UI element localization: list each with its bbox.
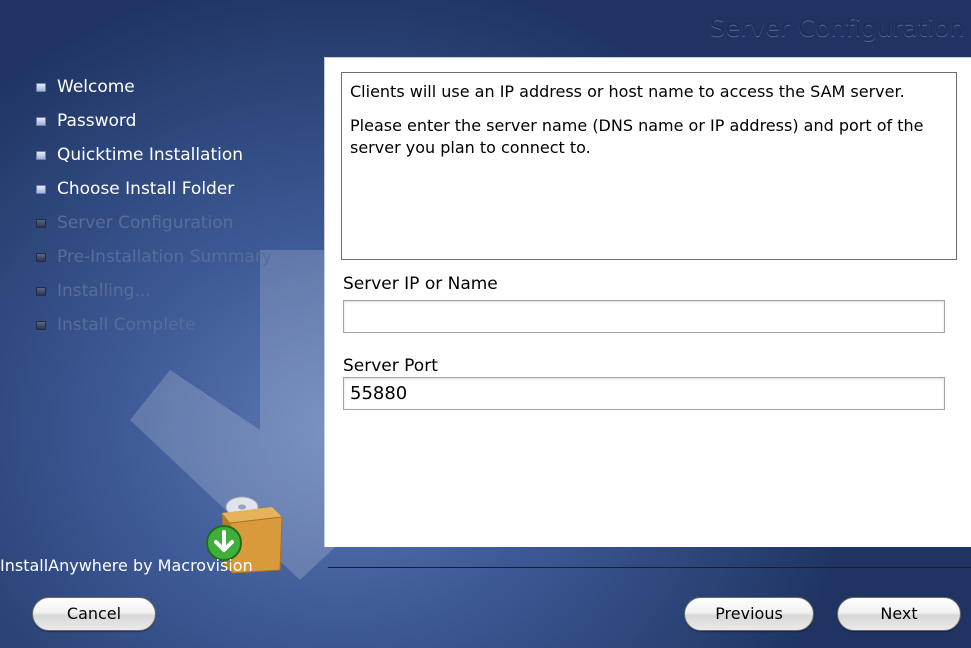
server-name-label: Server IP or Name (343, 274, 498, 294)
info-text-2: Please enter the server name (DNS name o… (350, 116, 924, 157)
footer-divider (328, 567, 971, 568)
step-password: Password (36, 104, 272, 138)
step-bullet-icon (36, 82, 46, 92)
server-port-input[interactable] (343, 377, 945, 410)
step-pre-installation-summary: Pre-Installation Summary (36, 240, 272, 274)
step-label: Install Complete (57, 315, 196, 335)
info-box: Clients will use an IP address or host n… (341, 72, 957, 260)
step-bullet-icon (36, 184, 46, 194)
step-label: Server Configuration (57, 213, 234, 233)
content-panel: Clients will use an IP address or host n… (324, 57, 971, 547)
step-welcome: Welcome (36, 70, 272, 104)
step-list: Welcome Password Quicktime Installation … (36, 70, 272, 342)
step-bullet-icon (36, 150, 46, 160)
step-quicktime-installation: Quicktime Installation (36, 138, 272, 172)
step-choose-install-folder: Choose Install Folder (36, 172, 272, 206)
brand-text: InstallAnywhere by Macrovision (0, 556, 253, 575)
cancel-button[interactable]: Cancel (32, 597, 156, 631)
previous-button[interactable]: Previous (684, 597, 814, 631)
step-bullet-icon (36, 252, 46, 262)
step-label: Installing... (57, 281, 151, 301)
step-label: Pre-Installation Summary (57, 247, 272, 267)
step-installing: Installing... (36, 274, 272, 308)
step-label: Password (57, 111, 137, 131)
info-text-1: Clients will use an IP address or host n… (350, 82, 905, 101)
server-port-label: Server Port (343, 356, 438, 376)
page-title: Server Configuration (709, 14, 965, 42)
step-label: Quicktime Installation (57, 145, 244, 165)
server-name-input[interactable] (343, 300, 945, 333)
next-button[interactable]: Next (837, 597, 961, 631)
step-bullet-icon (36, 218, 46, 228)
step-bullet-icon (36, 320, 46, 330)
step-server-configuration: Server Configuration (36, 206, 272, 240)
step-bullet-icon (36, 286, 46, 296)
step-install-complete: Install Complete (36, 308, 272, 342)
step-label: Choose Install Folder (57, 179, 235, 199)
step-label: Welcome (57, 77, 135, 97)
step-bullet-icon (36, 116, 46, 126)
